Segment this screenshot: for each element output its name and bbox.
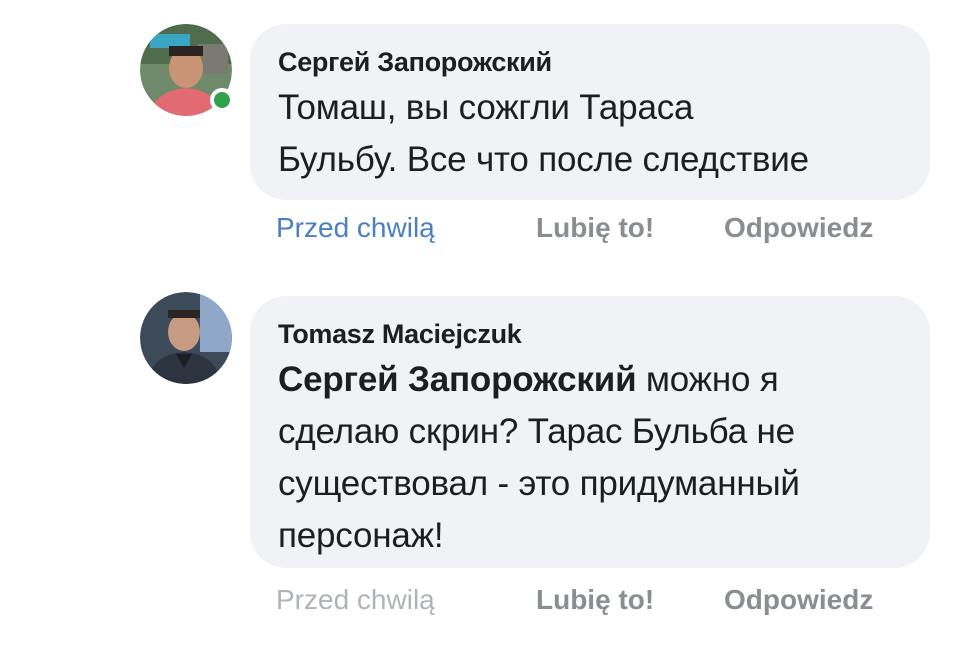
comment-actions: Przed chwilą Lubię to! Odpowiedz [276, 208, 916, 248]
comment-text: Томаш, вы сожгли Тараса Бульбу. Все что … [278, 82, 902, 186]
mention-link[interactable]: Сергей Запорожский [278, 360, 637, 399]
comment-text-line: сделаю скрин? Тарас Бульба не [278, 412, 795, 451]
comment-text-fragment: можно я [636, 360, 779, 399]
comment-text-line: Томаш, вы сожгли Тараса [278, 88, 694, 127]
reply-button[interactable]: Odpowiedz [724, 580, 873, 620]
comment-text-line: существовал - это придуманный [278, 464, 800, 503]
comment-text-line: Бульбу. Все что после следствие [278, 140, 809, 179]
comment-timestamp[interactable]: Przed chwilą [276, 580, 435, 620]
comment-bubble: Сергей Запорожский Томаш, вы сожгли Тара… [250, 24, 930, 200]
comment-text-line: персонаж! [278, 516, 444, 555]
like-button[interactable]: Lubię to! [536, 208, 654, 248]
reply-button[interactable]: Odpowiedz [724, 208, 873, 248]
comment-author[interactable]: Tomasz Maciejczuk [278, 316, 902, 352]
comment-actions: Przed chwilą Lubię to! Odpowiedz [276, 580, 916, 620]
comment-author[interactable]: Сергей Запорожский [278, 44, 902, 80]
online-status-indicator [210, 88, 234, 112]
comment-text-line: Сергей Запорожский можно я [278, 354, 902, 406]
comment-timestamp[interactable]: Przed chwilą [276, 208, 435, 248]
avatar[interactable] [140, 24, 234, 116]
like-button[interactable]: Lubię to! [536, 580, 654, 620]
avatar-photo [140, 292, 232, 384]
comment-text: Сергей Запорожский можно я сделаю скрин?… [278, 354, 902, 562]
avatar[interactable] [140, 292, 232, 384]
comment-bubble: Tomasz Maciejczuk Сергей Запорожский мож… [250, 296, 930, 568]
